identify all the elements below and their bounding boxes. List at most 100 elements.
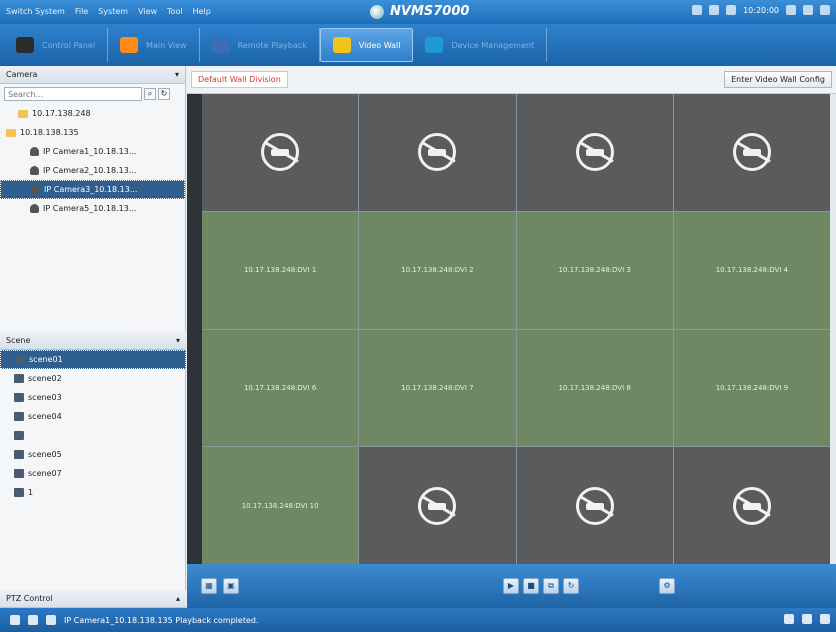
menu-item[interactable]: Help <box>193 7 211 16</box>
tree-label: IP Camera1_10.18.13... <box>43 147 137 156</box>
device-management-icon <box>425 37 444 53</box>
wall-window-empty[interactable] <box>359 447 516 564</box>
scene-icon <box>14 431 24 440</box>
camera-icon <box>31 185 40 194</box>
maximize-icon[interactable] <box>803 5 813 15</box>
device-node[interactable]: 10.18.138.135 <box>0 123 185 142</box>
enter-config-button[interactable]: Enter Video Wall Config <box>724 71 832 88</box>
menu-bar: Switch System File System View Tool Help <box>6 7 211 16</box>
scene-item[interactable]: scene02 <box>0 369 186 388</box>
play-icon[interactable]: ▶ <box>503 578 519 594</box>
wall-window-empty[interactable] <box>359 94 516 211</box>
camera-node[interactable]: IP Camera2_10.18.13... <box>0 161 185 180</box>
tab-video-wall[interactable]: Video Wall <box>319 28 414 62</box>
scene-item[interactable]: scene04 <box>0 407 186 426</box>
wall-output-window[interactable]: 10.17.138.248:DVI 10 <box>202 447 359 564</box>
camera-node[interactable]: IP Camera1_10.18.13... <box>0 142 185 161</box>
ptz-panel-header[interactable]: PTZ Control ▴ <box>0 590 186 608</box>
wall-output-window[interactable]: 10.17.138.248:DVI 4 <box>673 211 830 329</box>
alarm-event-icon[interactable] <box>10 615 20 625</box>
collapse-icon[interactable]: ▾ <box>175 70 179 79</box>
scene-panel-header[interactable]: Scene ▾ <box>0 332 186 350</box>
scene-item[interactable]: 1 <box>0 483 186 502</box>
tree-label: 10.17.138.248 <box>32 109 91 118</box>
scene-item[interactable]: scene03 <box>0 388 186 407</box>
tab-main-view[interactable]: Main View <box>108 28 200 62</box>
scene-item[interactable] <box>0 426 186 445</box>
output-label: 10.17.138.248:DVI 8 <box>558 383 631 392</box>
window-division-icon[interactable]: ▣ <box>223 578 239 594</box>
menu-item[interactable]: System <box>98 7 128 16</box>
tree-label: 10.18.138.135 <box>20 128 79 137</box>
tab-remote-playback[interactable]: Remote Playback <box>200 28 320 62</box>
wall-output-window[interactable]: 10.17.138.248:DVI 3 <box>516 211 673 329</box>
scene-icon <box>14 450 24 459</box>
wall-window-empty[interactable] <box>516 94 673 211</box>
wall-window-empty[interactable] <box>202 94 359 211</box>
collapse-icon[interactable]: ▾ <box>176 336 180 345</box>
expand-icon[interactable]: ▴ <box>176 594 180 603</box>
roam-icon[interactable]: ⧉ <box>543 578 559 594</box>
no-video-icon <box>575 486 614 525</box>
refresh-icon[interactable]: ↻ <box>563 578 579 594</box>
search-input[interactable] <box>4 87 142 101</box>
close-icon[interactable] <box>820 5 830 15</box>
wall-output-window[interactable]: 10.17.138.248:DVI 9 <box>673 329 830 447</box>
stop-icon[interactable]: ■ <box>523 578 539 594</box>
minimize-icon[interactable] <box>786 5 796 15</box>
scene-label: scene01 <box>29 355 63 364</box>
user-icon[interactable] <box>726 5 737 15</box>
device-node[interactable]: 10.17.138.248 <box>0 104 185 123</box>
wall-window-empty[interactable] <box>673 447 830 564</box>
wall-control-bar: ▦ ▣ ▶ ■ ⧉ ↻ ⚙ <box>187 564 836 608</box>
tab-label: Remote Playback <box>237 40 307 50</box>
wall-header: Default Wall Division Enter Video Wall C… <box>187 66 836 94</box>
sound-icon[interactable] <box>28 615 38 625</box>
scene-item[interactable]: scene05 <box>0 445 186 464</box>
wall-output-window[interactable]: 10.17.138.248:DVI 8 <box>516 329 673 447</box>
layout-icon[interactable]: ▦ <box>201 578 217 594</box>
scene-icon <box>15 355 25 364</box>
menu-item[interactable]: Tool <box>167 7 183 16</box>
main-view-icon <box>120 37 139 53</box>
ptz-panel-title: PTZ Control <box>6 594 53 603</box>
search-icon[interactable]: ⌕ <box>144 88 156 100</box>
scene-label: 1 <box>28 488 34 497</box>
wall-output-window[interactable]: 10.17.138.248:DVI 1 <box>202 211 359 329</box>
pin-icon[interactable] <box>784 614 794 624</box>
scene-label: scene02 <box>28 374 62 383</box>
wall-output-window[interactable]: 10.17.138.248:DVI 7 <box>359 329 516 447</box>
wall-window-empty[interactable] <box>516 447 673 564</box>
camera-node[interactable]: IP Camera3_10.18.13... <box>0 180 185 199</box>
menu-item[interactable]: File <box>75 7 88 16</box>
wall-division-tab[interactable]: Default Wall Division <box>191 71 288 88</box>
flag-icon[interactable] <box>46 615 56 625</box>
scene-item[interactable]: scene07 <box>0 464 186 483</box>
camera-icon <box>30 204 39 213</box>
output-label: 10.17.138.248:DVI 9 <box>715 383 789 392</box>
wall-output-window[interactable]: 10.17.138.248:DVI 6 <box>202 329 359 447</box>
camera-node[interactable]: IP Camera5_10.18.13... <box>0 199 185 218</box>
module-tab-bar: Control Panel Main View Remote Playback Vid… <box>0 24 836 66</box>
alarm-icon[interactable] <box>692 5 703 15</box>
output-label: 10.17.138.248:DVI 1 <box>243 266 317 275</box>
lock-icon[interactable] <box>709 5 720 15</box>
app-logo: NVMS7000 <box>370 4 469 19</box>
tab-control-panel[interactable]: Control Panel <box>4 28 109 62</box>
tab-label: Device Management <box>451 40 535 50</box>
refresh-icon[interactable]: ↻ <box>158 88 170 100</box>
camera-panel-header[interactable]: Camera ▾ <box>0 66 185 84</box>
wall-output-window[interactable]: 10.17.138.248:DVI 2 <box>359 211 516 329</box>
device-icon <box>18 109 28 118</box>
wall-window-empty[interactable] <box>673 94 830 211</box>
menu-item[interactable]: View <box>138 7 157 16</box>
ptz-panel: PTZ Control ▴ <box>0 590 186 608</box>
fullscreen-icon[interactable] <box>820 614 830 624</box>
tab-device-management[interactable]: Device Management <box>413 28 548 62</box>
scene-item[interactable]: scene01 <box>0 350 186 369</box>
status-right-tools <box>784 614 830 624</box>
output-label: 10.17.138.248:DVI 10 <box>241 501 319 510</box>
dock-icon[interactable] <box>802 614 812 624</box>
settings-icon[interactable]: ⚙ <box>659 578 675 594</box>
menu-item[interactable]: Switch System <box>6 7 65 16</box>
